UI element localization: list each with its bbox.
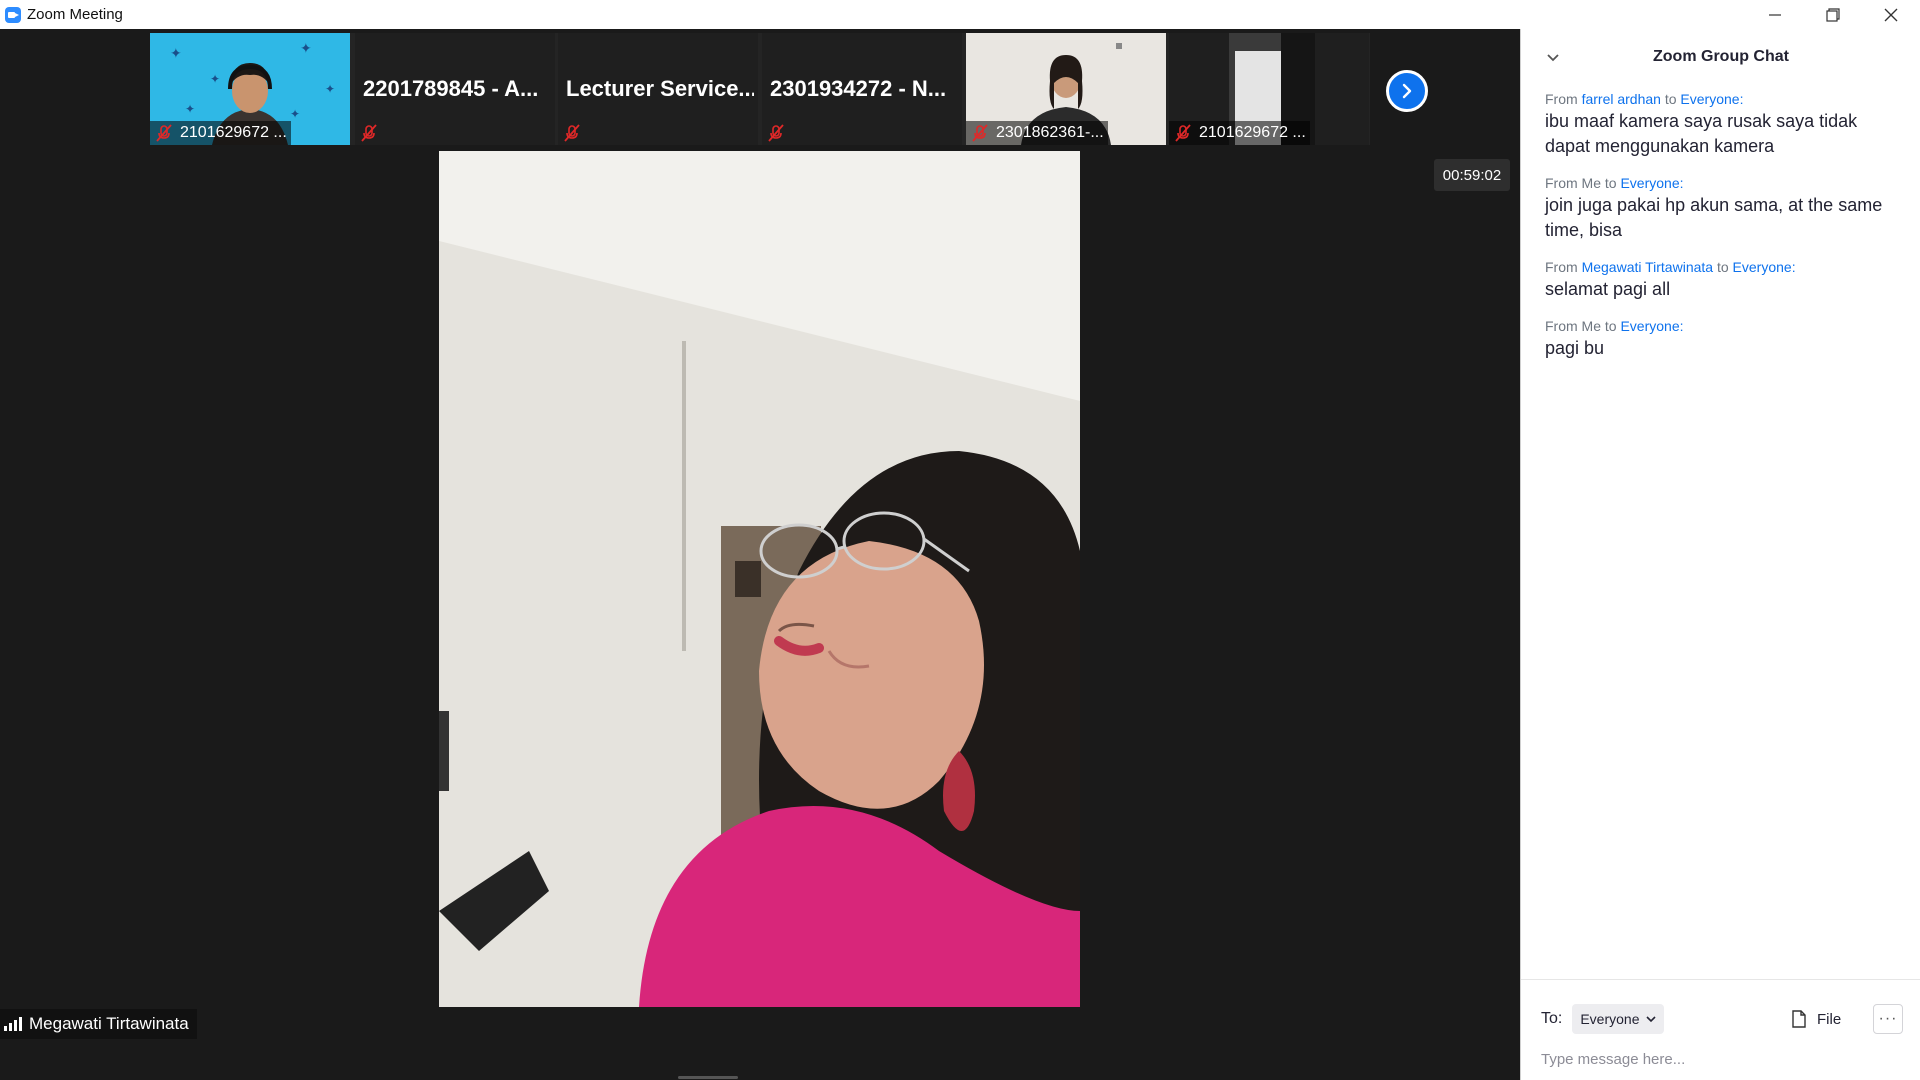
chat-title: Zoom Group Chat — [1653, 48, 1789, 65]
minimize-button[interactable] — [1746, 0, 1804, 29]
participant-tile[interactable]: 2201789845 - A... — [355, 33, 555, 145]
bottom-handle[interactable] — [678, 1076, 738, 1079]
from-prefix: From — [1545, 91, 1578, 107]
speaker-video-frame — [439, 151, 1080, 1007]
chat-footer: To: Everyone File ··· — [1521, 979, 1920, 1079]
message-meta: From Me to Everyone: — [1545, 173, 1905, 193]
svg-text:✦: ✦ — [170, 45, 182, 61]
chat-messages: From farrel ardhan to Everyone: ibu maaf… — [1545, 89, 1905, 375]
chevron-down-icon — [1645, 1016, 1656, 1023]
message-recipient[interactable]: Everyone: — [1680, 91, 1743, 107]
message-input[interactable] — [1541, 1046, 1901, 1072]
svg-text:✦: ✦ — [300, 40, 312, 56]
participant-label: 2301862361-... — [966, 121, 1108, 145]
participant-label — [558, 121, 592, 145]
chat-message: From Me to Everyone: join juga pakai hp … — [1545, 173, 1905, 243]
svg-text:✦: ✦ — [325, 82, 335, 96]
participant-name: Lecturer Service... — [566, 76, 754, 101]
active-speaker-video — [439, 151, 1080, 1007]
active-speaker-label: Megawati Tirtawinata — [0, 1009, 197, 1039]
message-sender[interactable]: farrel ardhan — [1582, 91, 1661, 107]
recipient-select[interactable]: Everyone — [1572, 1004, 1664, 1034]
to-label: To: — [1541, 1010, 1563, 1027]
participant-name: 2201789845 - A... — [363, 76, 539, 101]
restore-icon — [1826, 7, 1840, 22]
file-button[interactable]: File — [1791, 1004, 1841, 1034]
active-speaker-name: Megawati Tirtawinata — [29, 1014, 189, 1033]
message-recipient[interactable]: Everyone: — [1620, 318, 1683, 334]
message-text: ibu maaf kamera saya rusak saya tidak da… — [1545, 111, 1858, 156]
from-prefix: From — [1545, 259, 1578, 275]
close-icon — [1884, 8, 1898, 21]
message-meta: From Megawati Tirtawinata to Everyone: — [1545, 257, 1905, 277]
muted-mic-icon — [768, 124, 784, 142]
message-text: selamat pagi all — [1545, 279, 1671, 299]
svg-text:✦: ✦ — [290, 107, 300, 121]
message-text: join juga pakai hp akun sama, at the sam… — [1545, 195, 1883, 240]
muted-mic-icon — [1175, 124, 1191, 142]
message-recipient[interactable]: Everyone: — [1733, 259, 1796, 275]
chat-message: From Me to Everyone: pagi bu — [1545, 316, 1905, 361]
participant-label: 2101629672 ... — [1169, 121, 1310, 145]
minimize-icon — [1769, 13, 1781, 16]
chevron-down-icon[interactable] — [1545, 49, 1561, 65]
meeting-area: ✦ ✦ ✦ ✦ ✦ ✦ 2101629672 ... 2201789845 - … — [0, 29, 1520, 1080]
from-prefix: From Me to — [1545, 318, 1617, 334]
muted-mic-icon — [972, 124, 988, 142]
chat-message: From Megawati Tirtawinata to Everyone: s… — [1545, 257, 1905, 302]
svg-text:✦: ✦ — [210, 72, 220, 86]
participant-label — [355, 121, 389, 145]
to-word: to — [1664, 91, 1677, 107]
window-title: Zoom Meeting — [27, 6, 123, 23]
participant-tile[interactable]: Lecturer Service... — [558, 33, 758, 145]
participant-label — [762, 121, 796, 145]
participant-tile[interactable]: 2101629672 ... — [1169, 33, 1369, 145]
muted-mic-icon — [564, 124, 580, 142]
participant-name: 2101629672 ... — [1199, 124, 1306, 141]
message-recipient[interactable]: Everyone: — [1620, 175, 1683, 191]
chat-message: From farrel ardhan to Everyone: ibu maaf… — [1545, 89, 1905, 159]
participant-name: 2301934272 - N... — [770, 76, 947, 101]
participant-tile[interactable]: ✦ ✦ ✦ ✦ ✦ ✦ 2101629672 ... — [150, 33, 350, 145]
recipient-row: To: Everyone — [1541, 1004, 1664, 1034]
participant-tile[interactable]: 2301862361-... — [966, 33, 1166, 145]
muted-mic-icon — [156, 124, 172, 142]
file-icon — [1792, 1010, 1806, 1028]
from-prefix: From Me to — [1545, 175, 1617, 191]
muted-mic-icon — [361, 124, 377, 142]
zoom-app-icon — [5, 6, 21, 23]
window-controls — [1746, 0, 1920, 29]
restore-button[interactable] — [1804, 0, 1862, 29]
svg-text:✦: ✦ — [185, 102, 195, 116]
more-options-button[interactable]: ··· — [1873, 1004, 1903, 1034]
signal-strength-icon — [4, 1017, 22, 1031]
recipient-value: Everyone — [1580, 1011, 1640, 1027]
message-meta: From farrel ardhan to Everyone: — [1545, 89, 1905, 109]
close-button[interactable] — [1862, 0, 1920, 29]
participant-tile[interactable]: 2301934272 - N... — [762, 33, 962, 145]
message-sender[interactable]: Megawati Tirtawinata — [1582, 259, 1714, 275]
next-page-button[interactable] — [1386, 70, 1428, 112]
chevron-right-icon — [1402, 83, 1412, 99]
participant-name: 2101629672 ... — [180, 124, 287, 141]
message-meta: From Me to Everyone: — [1545, 316, 1905, 336]
title-bar: Zoom Meeting — [0, 0, 1920, 29]
meeting-timer: 00:59:02 — [1434, 159, 1510, 191]
chat-header: Zoom Group Chat — [1521, 29, 1920, 85]
file-label: File — [1817, 1010, 1842, 1028]
participant-label: 2101629672 ... — [150, 121, 291, 145]
participant-strip: ✦ ✦ ✦ ✦ ✦ ✦ 2101629672 ... 2201789845 - … — [150, 33, 1370, 145]
to-word: to — [1716, 259, 1729, 275]
chat-panel: Zoom Group Chat From farrel ardhan to Ev… — [1520, 29, 1920, 1080]
more-icon: ··· — [1878, 1010, 1898, 1027]
message-text: pagi bu — [1545, 338, 1605, 358]
participant-name: 2301862361-... — [996, 124, 1104, 141]
